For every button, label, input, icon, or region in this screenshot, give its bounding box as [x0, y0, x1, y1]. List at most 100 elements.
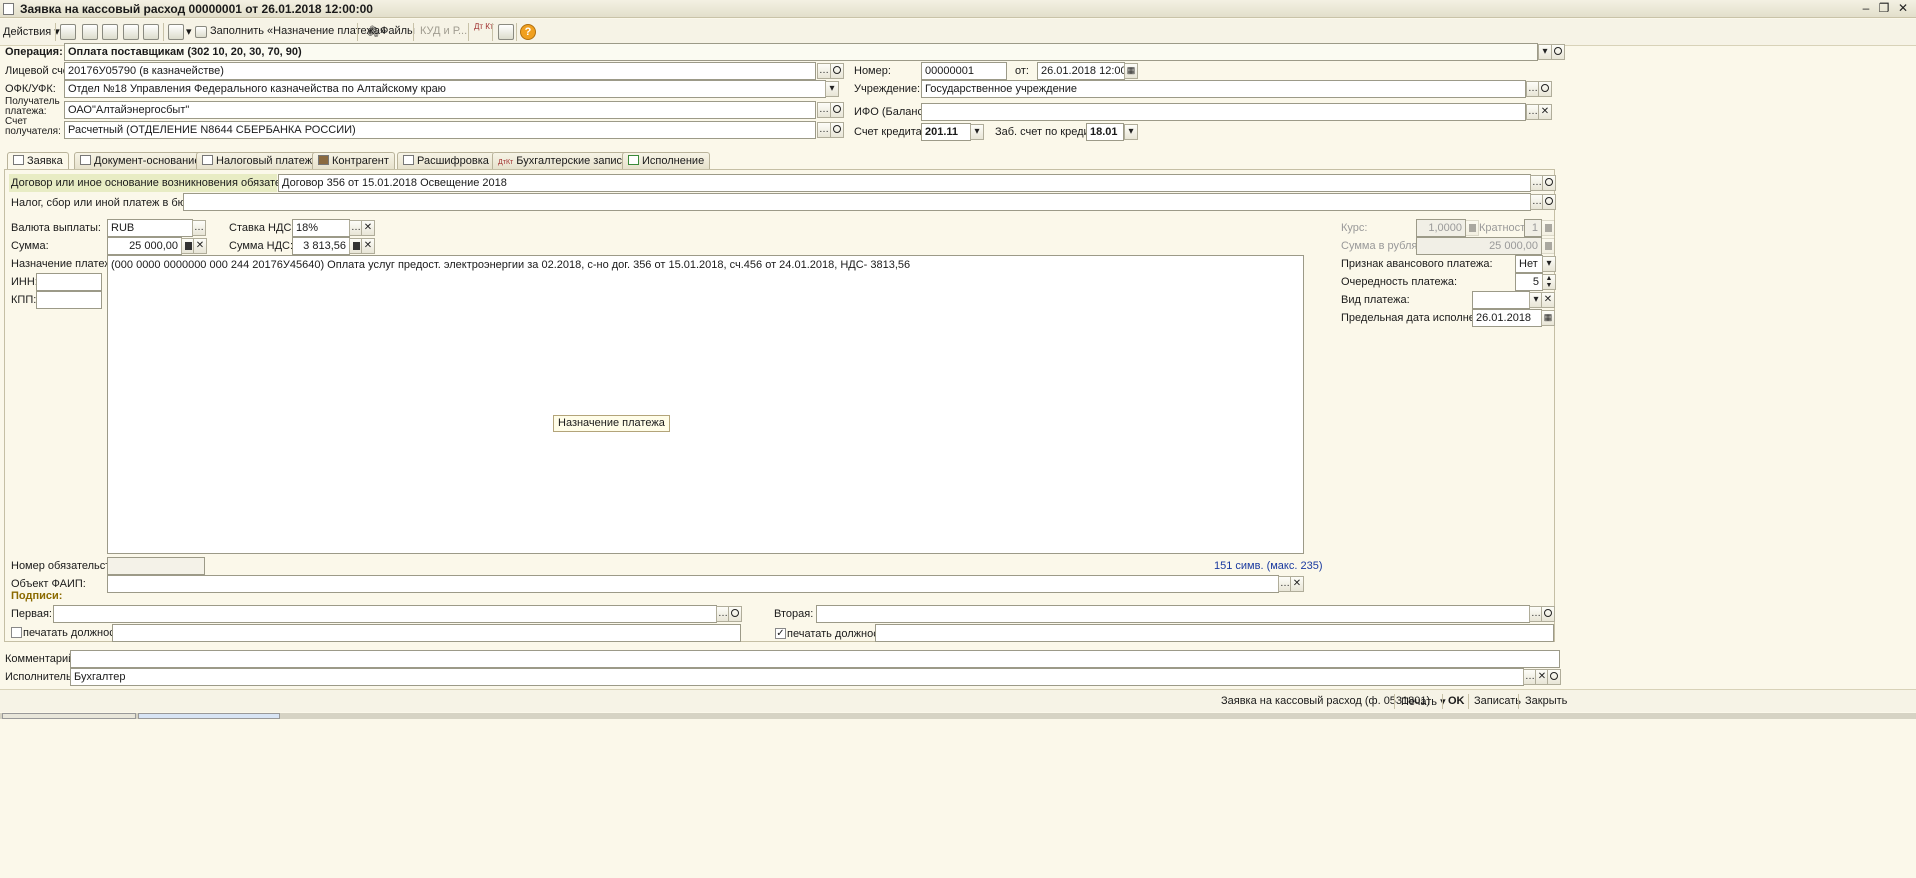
print-button[interactable]: Печать ▾ — [1401, 695, 1446, 708]
chevron-down-icon[interactable]: ▾ — [1538, 44, 1552, 60]
clear-icon[interactable]: ✕ — [193, 238, 207, 254]
clear-icon[interactable]: ✕ — [1290, 576, 1304, 592]
ellipsis-icon[interactable]: … — [817, 102, 831, 118]
search-icon[interactable] — [830, 102, 844, 118]
search-icon[interactable] — [830, 63, 844, 79]
second-position-field[interactable] — [875, 624, 1554, 642]
print-form-link[interactable]: Заявка на кассовый расход (ф. 0531801) — [1221, 695, 1430, 707]
minimize-button[interactable]: – — [1858, 1, 1874, 16]
calendar-icon[interactable]: ▦ — [1541, 310, 1555, 326]
faip-field[interactable] — [107, 575, 1279, 593]
search-icon[interactable] — [1547, 669, 1561, 685]
executor-label: Исполнитель: — [5, 671, 75, 683]
form-icon — [13, 155, 24, 165]
institution-field[interactable]: Государственное учреждение — [921, 80, 1526, 98]
priority-field[interactable]: 5 — [1515, 273, 1543, 291]
dt-kt-icon[interactable]: Дт Кт — [474, 22, 494, 31]
purpose-textarea[interactable]: (000 0000 0000000 000 244 20176У45640) О… — [107, 255, 1304, 554]
print-position-checkbox-1[interactable] — [11, 627, 22, 638]
date-field[interactable]: 26.01.2018 12:00:00 — [1037, 62, 1125, 80]
clear-icon[interactable]: ✕ — [361, 238, 375, 254]
create-based-icon[interactable] — [123, 24, 139, 40]
search-icon[interactable] — [1551, 44, 1565, 60]
print-position-checkbox-2[interactable]: ✓ — [775, 628, 786, 639]
tab-counterparty[interactable]: Контрагент — [312, 152, 395, 169]
vat-rate-field[interactable]: 18% — [292, 219, 350, 237]
ellipsis-icon[interactable]: … — [817, 63, 831, 79]
vat-rate-label: Ставка НДС: — [229, 222, 295, 234]
amount-field[interactable]: 25 000,00 — [107, 237, 182, 255]
close-button[interactable]: Закрыть — [1525, 695, 1567, 707]
search-icon[interactable] — [1542, 194, 1556, 210]
credit-account-field[interactable]: 201.11 — [921, 123, 971, 141]
recipient-account-field[interactable]: Расчетный (ОТДЕЛЕНИЕ N8644 СБЕРБАНКА РОС… — [64, 121, 816, 139]
ellipsis-icon[interactable]: … — [192, 220, 206, 236]
structure-icon[interactable] — [143, 24, 159, 40]
clear-icon[interactable]: ✕ — [1538, 104, 1552, 120]
currency-field[interactable]: RUB — [107, 219, 193, 237]
comment-field[interactable] — [70, 650, 1560, 668]
help-icon[interactable]: ? — [520, 24, 536, 40]
clear-icon[interactable]: ✕ — [1541, 292, 1555, 308]
obligation-field[interactable] — [107, 557, 205, 575]
actions-menu[interactable]: Действия ▾ — [3, 25, 60, 38]
clear-icon[interactable]: ✕ — [361, 220, 375, 236]
vat-amount-field[interactable]: 3 813,56 — [292, 237, 350, 255]
save-icon[interactable] — [60, 24, 76, 40]
number-field[interactable]: 00000001 — [921, 62, 1007, 80]
chevron-down-icon[interactable]: ▾ — [1124, 124, 1138, 140]
tab-accounting-entries[interactable]: ДтКт Бухгалтерские записи — [492, 152, 635, 169]
payment-type-field[interactable] — [1472, 291, 1530, 309]
search-icon[interactable] — [1542, 175, 1556, 191]
kpp-field[interactable] — [36, 291, 102, 309]
account-field[interactable]: 20176У05790 (в казначействе) — [64, 62, 816, 80]
contract-field[interactable]: Договор 356 от 15.01.2018 Освещение 2018 — [278, 174, 1531, 192]
recipient-field[interactable]: ОАО"Алтайэнергосбыт" — [64, 101, 816, 119]
ok-button[interactable]: OK — [1448, 695, 1465, 707]
search-icon[interactable] — [830, 122, 844, 138]
first-signature-field[interactable] — [53, 605, 717, 623]
window-icon[interactable] — [82, 24, 98, 40]
operation-label: Операция: — [5, 46, 63, 58]
chevron-down-icon[interactable]: ▾ — [1542, 256, 1556, 272]
search-icon[interactable] — [1538, 81, 1552, 97]
ellipsis-icon[interactable]: … — [817, 122, 831, 138]
chevron-down-icon[interactable]: ▾ — [186, 25, 192, 38]
close-window-button[interactable]: ✕ — [1895, 1, 1911, 16]
print-variants-icon[interactable] — [168, 24, 184, 40]
report-icon[interactable] — [498, 24, 514, 40]
ofk-field[interactable]: Отдел №18 Управления Федерального казнач… — [64, 80, 826, 98]
second-signature-field[interactable] — [816, 605, 1530, 623]
second-signature-label: Вторая: — [774, 608, 814, 620]
tab-execution[interactable]: Исполнение — [622, 152, 711, 169]
advance-field[interactable]: Нет — [1515, 255, 1543, 273]
chevron-down-icon[interactable]: ▾ — [825, 81, 839, 97]
restore-button[interactable]: ❐ — [1876, 1, 1892, 16]
tab-tax-payment[interactable]: Налоговый платеж — [196, 152, 319, 169]
stepper-icon[interactable]: ▲ ▼ — [1542, 274, 1556, 290]
taskbar-item[interactable] — [2, 713, 136, 719]
operation-field[interactable]: Оплата поставщикам (302 10, 20, 30, 70, … — [64, 43, 1538, 61]
inn-field[interactable] — [36, 273, 102, 291]
search-icon[interactable] — [1541, 606, 1555, 622]
copy-icon[interactable] — [102, 24, 118, 40]
search-icon[interactable] — [728, 606, 742, 622]
tax-field[interactable] — [183, 193, 1531, 211]
first-position-field[interactable] — [112, 624, 741, 642]
deadline-field[interactable]: 26.01.2018 — [1472, 309, 1542, 327]
executor-field[interactable]: Бухгалтер — [70, 668, 1524, 686]
calendar-icon[interactable]: ▦ — [1124, 63, 1138, 79]
ifo-field[interactable] — [921, 103, 1526, 121]
off-balance-field[interactable]: 18.01 — [1086, 123, 1124, 141]
fill-purpose-button[interactable]: Заполнить «Назначение платежа» — [210, 25, 386, 37]
institution-label: Учреждение: — [854, 83, 921, 95]
kud-button[interactable]: КУД и Р... — [420, 25, 467, 37]
tab-base-document[interactable]: Документ-основание — [74, 152, 207, 169]
save-button[interactable]: Записать — [1474, 695, 1521, 707]
tab-breakdown[interactable]: Расшифровка — [397, 152, 495, 169]
tab-request[interactable]: Заявка — [7, 152, 69, 170]
taskbar-item-active[interactable] — [138, 713, 280, 719]
chevron-down-icon[interactable]: ▾ — [970, 124, 984, 140]
files-button[interactable]: Файлы — [380, 25, 415, 37]
table-icon — [403, 155, 414, 165]
